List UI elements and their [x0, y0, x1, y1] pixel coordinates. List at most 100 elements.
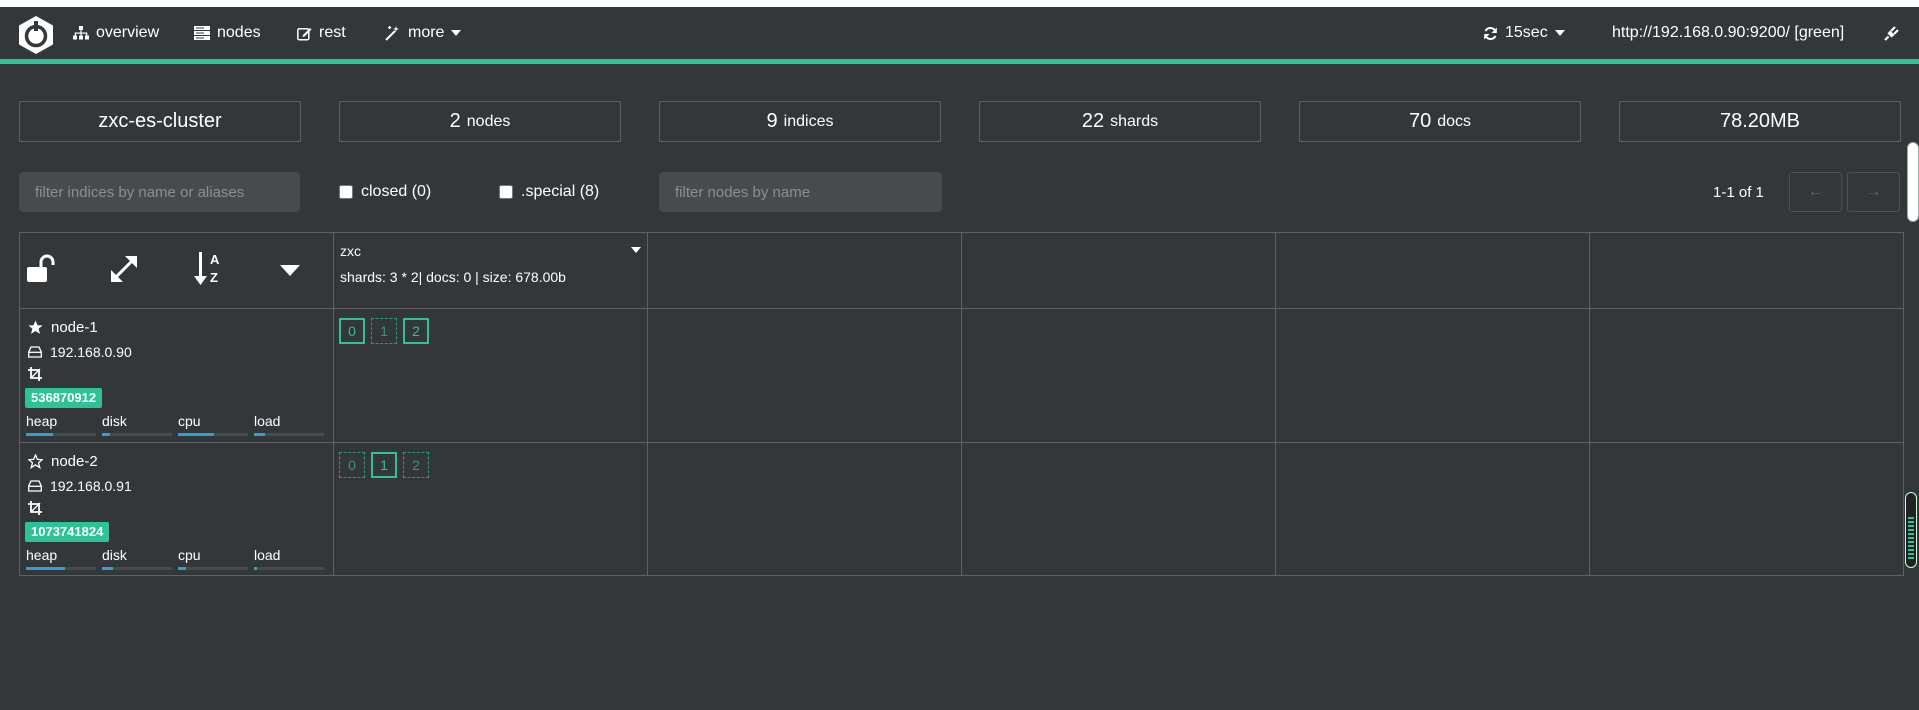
- shard-replica[interactable]: 2: [403, 452, 429, 478]
- crop-icon: [28, 501, 42, 515]
- metric-label: disk: [102, 413, 127, 429]
- metric-label: cpu: [178, 547, 201, 563]
- metric-label: cpu: [178, 413, 201, 429]
- nav-overview-label: overview: [96, 24, 160, 41]
- cpu-bar-fill: [178, 567, 187, 570]
- node-row-node-2[interactable]: node-2 192.168.0.91 1073741824 heap disk…: [19, 442, 334, 576]
- refresh-interval-dropdown[interactable]: 15sec: [1483, 24, 1565, 42]
- connection-url: http://192.168.0.90:9200/ [green]: [1612, 24, 1845, 41]
- sort-alpha-icon[interactable]: A Z: [193, 250, 225, 288]
- empty-shard-cell: [1275, 442, 1590, 576]
- prev-page-button[interactable]: ←: [1789, 172, 1842, 212]
- next-page-button[interactable]: →: [1847, 172, 1900, 212]
- index-name: zxc: [340, 243, 361, 259]
- indices-count-label: indices: [783, 112, 834, 130]
- empty-shard-cell: [1589, 308, 1904, 443]
- empty-shard-cell: [1275, 308, 1590, 443]
- cpu-bar: [178, 567, 248, 570]
- load-bar: [254, 567, 324, 570]
- heap-bar: [26, 567, 96, 570]
- node-ip: 192.168.0.90: [50, 344, 132, 360]
- heap-bar: [26, 433, 96, 436]
- cerebro-logo-icon[interactable]: [16, 15, 56, 55]
- edit-icon: [297, 27, 312, 41]
- cpu-bar: [178, 433, 248, 436]
- nav-rest[interactable]: rest: [297, 24, 346, 42]
- docs-count-label: docs: [1437, 112, 1472, 130]
- node-name: node-2: [51, 453, 98, 470]
- shard-primary[interactable]: 2: [403, 318, 429, 344]
- shards-count: 22: [1081, 110, 1105, 132]
- docs-count-box: 70 docs: [1299, 101, 1581, 142]
- grid-header-actions: A Z: [19, 232, 334, 309]
- top-strip: [0, 0, 1919, 7]
- closed-checkbox[interactable]: [339, 185, 353, 199]
- unlock-icon[interactable]: [26, 253, 58, 285]
- metric-label: load: [254, 413, 281, 429]
- shard-replica[interactable]: 0: [339, 452, 365, 478]
- heap-bar-fill: [26, 433, 53, 436]
- cluster-name: zxc-es-cluster: [98, 110, 222, 132]
- disk-bar-fill: [102, 567, 113, 570]
- nodes-count: 2: [449, 110, 461, 132]
- index-header-zxc[interactable]: zxc shards: 3 * 2| docs: 0 | size: 678.0…: [333, 232, 648, 309]
- caret-down-icon[interactable]: [280, 265, 300, 277]
- empty-shard-cell: [961, 308, 1276, 443]
- shard-primary[interactable]: 1: [371, 452, 397, 478]
- shard-primary[interactable]: 0: [339, 318, 365, 344]
- nav-nodes-label: nodes: [217, 24, 261, 41]
- status-line: [0, 59, 1919, 64]
- closed-indices-toggle[interactable]: closed (0): [339, 183, 431, 201]
- star-outline-icon: [28, 454, 43, 469]
- nav-more-dropdown[interactable]: more: [385, 24, 462, 42]
- shard-cell-node-1-zxc: 0 1 2: [333, 308, 648, 443]
- nav-rest-label: rest: [319, 24, 346, 41]
- refresh-icon: [1484, 26, 1497, 40]
- node-row-node-1[interactable]: node-1 192.168.0.90 536870912 heap disk …: [19, 308, 334, 443]
- chevron-down-icon: [1554, 30, 1565, 36]
- node-name: node-1: [51, 319, 98, 336]
- filter-nodes-input[interactable]: [659, 172, 942, 212]
- nodes-count-label: nodes: [466, 112, 511, 130]
- shard-replica[interactable]: 1: [371, 318, 397, 344]
- special-checkbox[interactable]: [499, 185, 513, 199]
- empty-index-column: [1275, 232, 1590, 309]
- metric-label: load: [254, 547, 281, 563]
- special-label: .special (8): [521, 183, 600, 200]
- load-bar-fill: [254, 567, 257, 570]
- closed-label: closed (0): [361, 183, 432, 200]
- plug-icon[interactable]: [1883, 25, 1900, 42]
- disk-bar: [102, 567, 172, 570]
- hdd-icon: [28, 480, 42, 492]
- nav-nodes[interactable]: nodes: [194, 24, 261, 42]
- special-indices-toggle[interactable]: .special (8): [499, 183, 599, 201]
- magic-wand-icon: [385, 26, 399, 41]
- disk-bar: [102, 433, 172, 436]
- node-name-row: node-2: [28, 453, 98, 470]
- load-bar: [254, 433, 324, 436]
- index-menu-caret-icon[interactable]: [631, 247, 641, 253]
- disk-bar-fill: [102, 433, 111, 436]
- indices-count-box: 9 indices: [659, 101, 941, 142]
- heap-bar-fill: [26, 567, 65, 570]
- docs-count: 70: [1408, 110, 1432, 132]
- scroll-indicator-fill: [1908, 517, 1914, 561]
- empty-shard-cell: [647, 308, 962, 443]
- pagination-info: 1-1 of 1: [1713, 184, 1764, 201]
- expand-icon[interactable]: [108, 253, 140, 285]
- nav-overview[interactable]: overview: [73, 24, 159, 42]
- node-name-row: node-1: [28, 319, 98, 336]
- empty-index-column: [647, 232, 962, 309]
- index-info: shards: 3 * 2| docs: 0 | size: 678.00b: [340, 269, 566, 285]
- chevron-down-icon: [451, 30, 462, 36]
- filter-indices-input[interactable]: [19, 172, 300, 212]
- metric-label: disk: [102, 547, 127, 563]
- crop-icon: [28, 367, 42, 381]
- scroll-indicator[interactable]: [1905, 492, 1917, 568]
- nav-more-label: more: [408, 24, 445, 41]
- connection-status[interactable]: http://192.168.0.90:9200/ [green]: [1612, 24, 1844, 42]
- shards-count-label: shards: [1110, 112, 1159, 130]
- indices-count: 9: [766, 110, 778, 132]
- scrollbar-handle[interactable]: [1907, 142, 1919, 222]
- load-bar-fill: [254, 433, 266, 436]
